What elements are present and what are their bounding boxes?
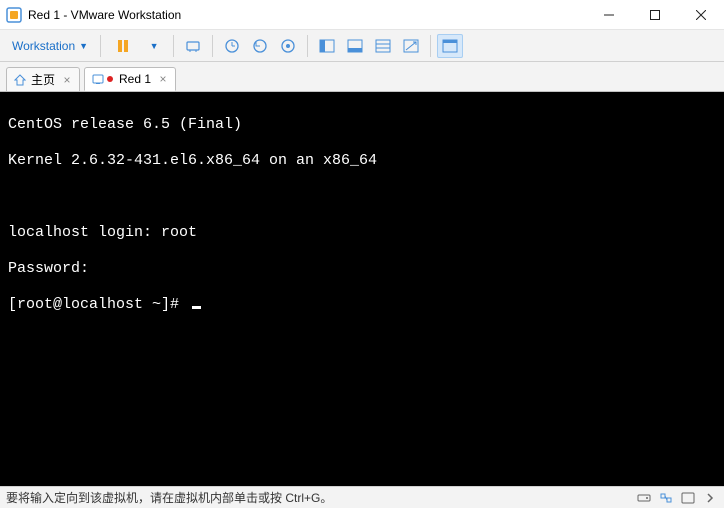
status-dot-icon: [107, 76, 113, 82]
pause-button[interactable]: [107, 34, 139, 58]
cursor-icon: [192, 306, 201, 309]
view-console-button[interactable]: [314, 34, 340, 58]
separator: [173, 35, 174, 57]
terminal-line: localhost login: root: [8, 224, 716, 242]
terminal-line: Password:: [8, 260, 716, 278]
status-bar: 要将输入定向到该虚拟机，请在虚拟机内部单击或按 Ctrl+G。: [0, 486, 724, 508]
toolbar: Workstation ▼ ▼: [0, 30, 724, 62]
window-controls: [586, 0, 724, 29]
tab-bar: 主页 × Red 1 ×: [0, 62, 724, 92]
separator: [100, 35, 101, 57]
revert-snapshot-button[interactable]: [247, 34, 273, 58]
workstation-menu-label: Workstation: [12, 39, 75, 53]
show-library-button[interactable]: [437, 34, 463, 58]
vm-console[interactable]: CentOS release 6.5 (Final) Kernel 2.6.32…: [0, 92, 724, 486]
pause-dropdown[interactable]: ▼: [141, 34, 167, 58]
home-icon: [13, 73, 27, 87]
separator: [430, 35, 431, 57]
tab-red1[interactable]: Red 1 ×: [84, 67, 176, 91]
separator: [212, 35, 213, 57]
chevron-down-icon: ▼: [79, 41, 88, 51]
sound-icon[interactable]: [680, 490, 696, 506]
snapshot-button[interactable]: [219, 34, 245, 58]
app-icon: [6, 7, 22, 23]
status-message: 要将输入定向到该虚拟机，请在虚拟机内部单击或按 Ctrl+G。: [6, 489, 332, 506]
tab-red1-label: Red 1: [119, 72, 151, 86]
tab-home[interactable]: 主页 ×: [6, 67, 80, 91]
network-icon[interactable]: [658, 490, 674, 506]
terminal-line: Kernel 2.6.32-431.el6.x86_64 on an x86_6…: [8, 152, 716, 170]
terminal-line: CentOS release 6.5 (Final): [8, 116, 716, 134]
manage-snapshots-button[interactable]: [275, 34, 301, 58]
status-tray: [636, 490, 718, 506]
vm-icon: [91, 72, 105, 86]
disk-icon[interactable]: [636, 490, 652, 506]
close-button[interactable]: [678, 0, 724, 30]
fullscreen-button[interactable]: [342, 34, 368, 58]
workstation-menu[interactable]: Workstation ▼: [6, 37, 94, 55]
terminal-blank: [8, 188, 716, 206]
chevron-down-icon: ▼: [150, 41, 159, 51]
close-icon[interactable]: ×: [157, 73, 169, 85]
close-icon[interactable]: ×: [61, 74, 73, 86]
stretch-button[interactable]: [398, 34, 424, 58]
maximize-button[interactable]: [632, 0, 678, 30]
titlebar: Red 1 - VMware Workstation: [0, 0, 724, 30]
terminal-prompt: [root@localhost ~]#: [8, 296, 716, 314]
tab-home-label: 主页: [31, 71, 55, 88]
send-ctrl-alt-del-button[interactable]: [180, 34, 206, 58]
separator: [307, 35, 308, 57]
unity-button[interactable]: [370, 34, 396, 58]
chevron-right-icon[interactable]: [702, 490, 718, 506]
window-title: Red 1 - VMware Workstation: [28, 8, 586, 22]
minimize-button[interactable]: [586, 0, 632, 30]
